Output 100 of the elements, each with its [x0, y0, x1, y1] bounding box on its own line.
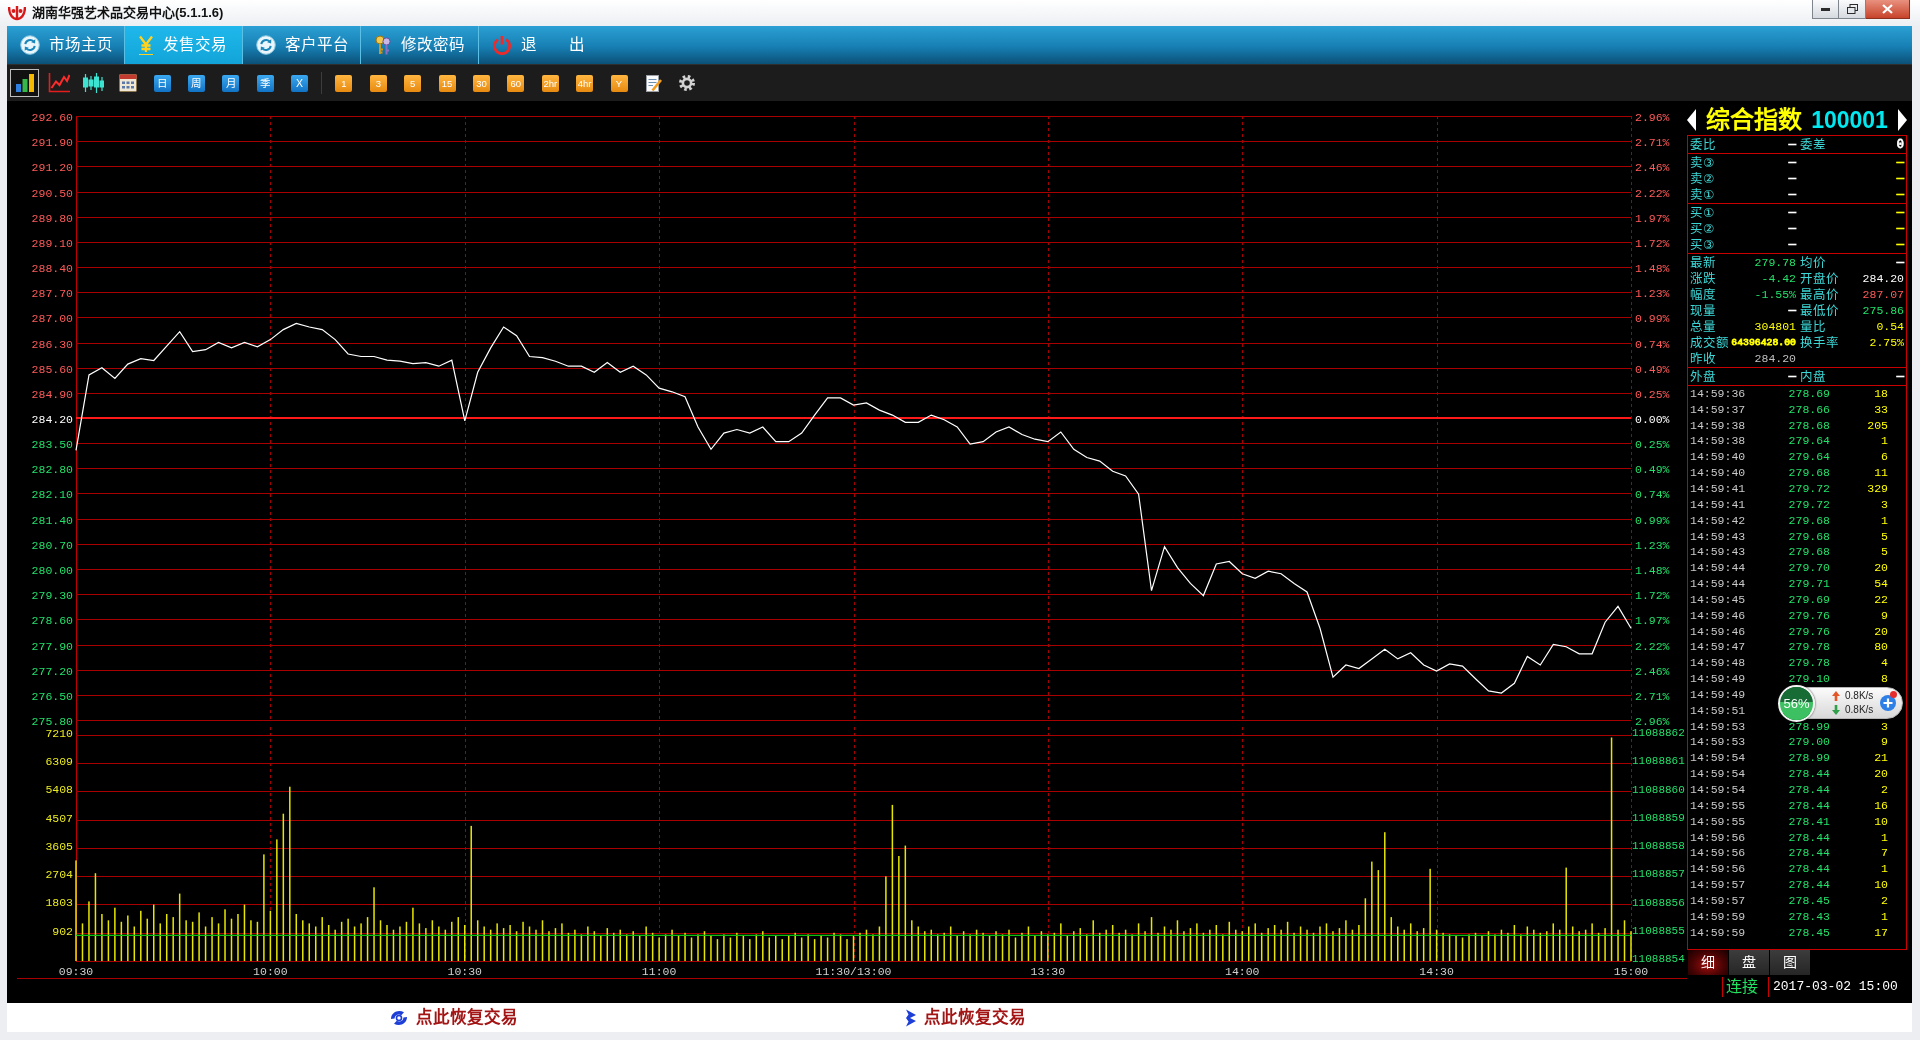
minimize-button[interactable]: [1812, 0, 1839, 19]
yen-icon: [138, 35, 154, 55]
axis-label: 290.50: [31, 186, 73, 200]
interval-button[interactable]: 3: [369, 74, 387, 92]
volume-bar: [1364, 898, 1367, 961]
panel-tab[interactable]: 图: [1770, 950, 1810, 975]
axis-label: 10:30: [447, 965, 482, 978]
volume-bar: [1448, 934, 1451, 961]
axis-label: 2704: [45, 867, 73, 881]
close-button[interactable]: [1866, 0, 1910, 19]
volume-bar: [1014, 937, 1017, 961]
field-value: —: [1788, 171, 1796, 187]
axis-label: 11088858: [1632, 840, 1685, 852]
axis-label: 2.71%: [1635, 689, 1670, 703]
axis-label: 1.72%: [1635, 588, 1670, 602]
chart-view-button[interactable]: [10, 69, 39, 97]
connection-status: 连接: [1722, 976, 1768, 997]
volume-bar: [1461, 937, 1464, 961]
field-label: 涨跌: [1690, 271, 1716, 287]
trade-price: 278.44: [1788, 862, 1830, 877]
volume-bar: [217, 923, 220, 961]
volume-bar: [1351, 929, 1354, 961]
badge-dot-icon: [1890, 691, 1897, 698]
power-icon: [492, 35, 512, 55]
trade-time: 14:59:38: [1690, 418, 1746, 433]
field-value: 284.20: [1754, 351, 1796, 367]
trade-time: 14:59:53: [1690, 735, 1746, 750]
menu-tab[interactable]: 退 出: [479, 26, 597, 64]
date-time: 2017-03-02 15:00: [1768, 976, 1898, 997]
interval-button[interactable]: 30: [472, 74, 490, 92]
volume-bar: [269, 910, 272, 961]
volume-bar: [1526, 926, 1529, 961]
trade-price: 279.00: [1788, 735, 1830, 750]
notepad-icon[interactable]: [644, 74, 662, 92]
volume-bar: [1027, 926, 1030, 961]
volume-bar: [1325, 923, 1328, 961]
period-button[interactable]: 季: [256, 74, 274, 92]
axis-label: 11088862: [1632, 727, 1685, 739]
trade-price: 278.99: [1788, 751, 1830, 766]
axis-label: 1.48%: [1635, 261, 1670, 275]
volume-bar: [703, 931, 706, 961]
interval-button[interactable]: 60: [507, 74, 525, 92]
interval-button[interactable]: 1: [335, 74, 353, 92]
volume-bar: [1163, 926, 1166, 961]
axis-label: 284.20: [31, 412, 73, 426]
trade-price: 279.78: [1788, 640, 1830, 655]
trade-price: 278.66: [1788, 402, 1830, 417]
trade-volume: 3: [1881, 719, 1888, 734]
restore-trading-link[interactable]: 点此恢复交易: [905, 1005, 1026, 1030]
panel-tab[interactable]: 细: [1688, 950, 1728, 975]
field-label: 成交额: [1690, 335, 1729, 351]
field-label: 买①: [1690, 205, 1715, 221]
trade-volume: 205: [1867, 418, 1888, 433]
axis-label: 283.50: [31, 437, 73, 451]
interval-button[interactable]: 15: [438, 74, 456, 92]
volume-bar: [1513, 925, 1516, 961]
plus-icon[interactable]: [1880, 695, 1896, 711]
restore-button[interactable]: [1839, 0, 1866, 19]
interval-button[interactable]: 4hr: [576, 74, 594, 92]
period-button[interactable]: X: [291, 74, 309, 92]
axis-label: 14:30: [1419, 965, 1454, 978]
period-button[interactable]: 日: [153, 74, 171, 92]
trade-time: 14:59:55: [1690, 798, 1746, 813]
candlestick-icon: [82, 73, 105, 93]
trade-time: 14:59:55: [1690, 814, 1746, 829]
volume-bar: [865, 929, 868, 961]
field-value: —: [1896, 221, 1904, 237]
axis-label: 0.74%: [1635, 487, 1670, 501]
settings-icon[interactable]: [679, 75, 696, 91]
calendar-icon: [118, 74, 137, 92]
axis-label: 1.72%: [1635, 236, 1670, 250]
period-button[interactable]: 月: [222, 74, 240, 92]
volume-bar: [295, 914, 298, 961]
interval-button[interactable]: 5: [404, 74, 422, 92]
volume-bar: [1202, 932, 1205, 961]
period-button[interactable]: 周: [187, 74, 205, 92]
trade-time: 14:59:41: [1690, 497, 1746, 512]
axis-label: 289.10: [31, 236, 73, 250]
interval-button[interactable]: Y: [610, 74, 628, 92]
field-label: 卖①: [1690, 187, 1715, 203]
field-value: —: [1896, 155, 1904, 171]
restore-trading-link[interactable]: 点此恢复交易: [389, 1005, 518, 1030]
volume-bar: [1422, 928, 1425, 961]
axis-label: 2.46%: [1635, 160, 1670, 174]
axis-label: 278.60: [31, 613, 73, 627]
axis-label: 0.25%: [1635, 437, 1670, 451]
trade-price: 279.68: [1788, 513, 1830, 528]
left-triangle-icon[interactable]: [1687, 108, 1696, 131]
field-label: 内盘: [1800, 369, 1826, 385]
menu-tab[interactable]: 发售交易: [125, 26, 243, 64]
trade-price: 279.76: [1788, 608, 1830, 623]
field-value: —: [1788, 137, 1796, 153]
field-label: 委差: [1800, 137, 1826, 153]
axis-label: 09:30: [58, 965, 94, 978]
trade-volume: 11: [1874, 466, 1888, 481]
panel-tab[interactable]: 盘: [1729, 950, 1769, 975]
axis-label: 11088856: [1632, 896, 1685, 909]
right-triangle-icon[interactable]: [1898, 108, 1907, 131]
interval-button[interactable]: 2hr: [541, 74, 559, 92]
trade-time: 14:59:37: [1690, 402, 1746, 417]
